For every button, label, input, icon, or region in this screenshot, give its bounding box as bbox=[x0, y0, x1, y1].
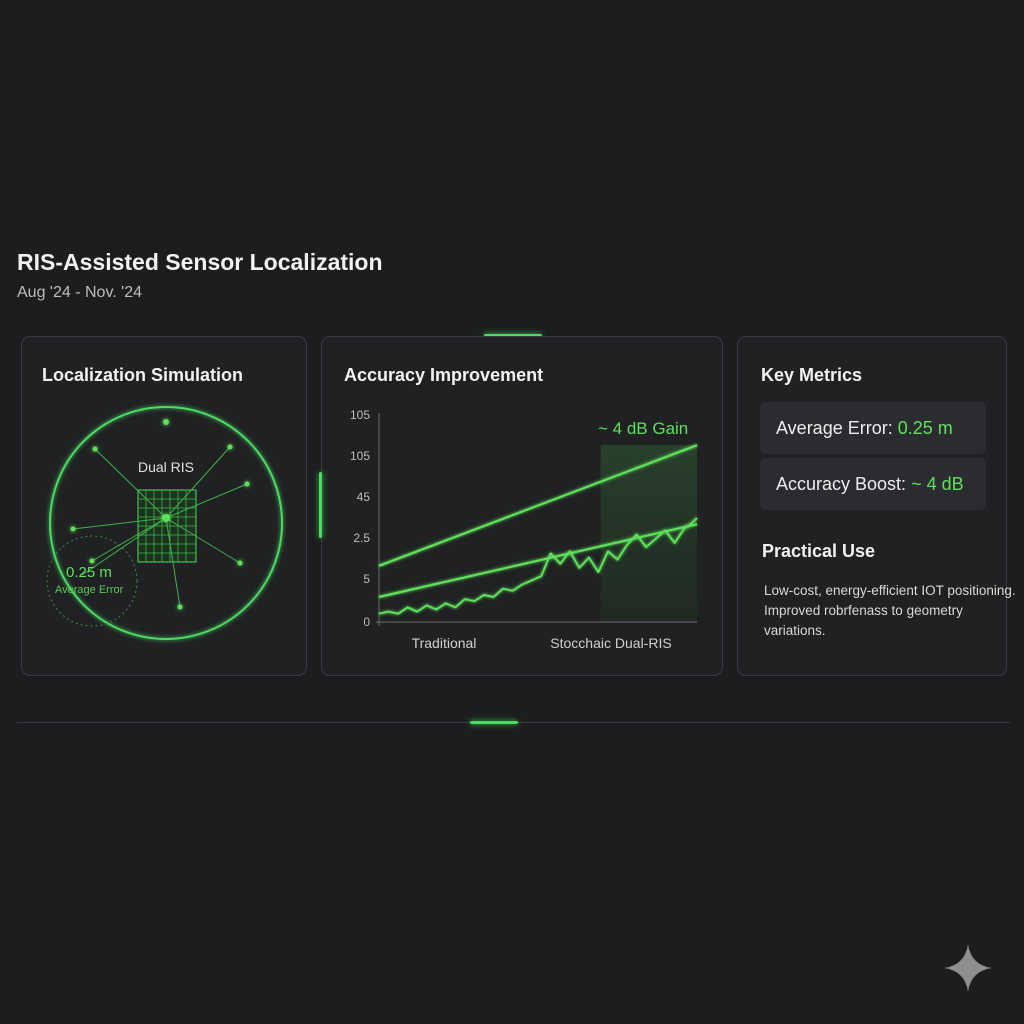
x-tick-label: Traditional bbox=[412, 635, 477, 651]
y-tick-label: 0 bbox=[363, 615, 370, 629]
gain-highlight-region bbox=[600, 445, 697, 622]
error-label: Average Error bbox=[55, 584, 124, 596]
sparkle-icon bbox=[944, 944, 992, 992]
gain-label: ~ 4 dB Gain bbox=[598, 419, 689, 438]
bottom-accent-bar bbox=[470, 721, 518, 724]
y-tick-label: 105 bbox=[350, 408, 370, 422]
metric-accuracy-boost: Accuracy Boost: ~ 4 dB bbox=[760, 458, 986, 510]
page-subtitle: Aug '24 - Nov. '24 bbox=[17, 284, 142, 301]
x-tick-label: Stocchaic Dual-RIS bbox=[550, 635, 671, 651]
y-tick-label: 45 bbox=[357, 490, 371, 504]
ris-label: Dual RIS bbox=[138, 459, 195, 475]
metrics-card: Key Metrics Average Error: 0.25 m Accura… bbox=[737, 336, 1016, 676]
metric-average-error: Average Error: 0.25 m bbox=[760, 402, 986, 454]
simulation-card: Localization Simulation Dual RIS 0.25 m … bbox=[21, 336, 307, 676]
metric-label: Average Error: bbox=[776, 418, 898, 438]
metric-value: 0.25 m bbox=[897, 418, 953, 438]
accuracy-chart: 0 5 2.5 45 105 105 Traditional Stocchaic Dual-R… bbox=[350, 408, 698, 651]
practical-line: Improved robrfenass to geometry bbox=[764, 603, 963, 618]
page-title: RIS-Assisted Sensor Localization bbox=[17, 249, 383, 275]
page: RIS-Assisted Sensor Localization Aug '24… bbox=[0, 0, 1024, 1024]
metrics-title: Key Metrics bbox=[761, 365, 863, 385]
error-value: 0.25 m bbox=[66, 564, 112, 581]
side-accent-bar bbox=[319, 472, 322, 538]
y-tick-label: 105 bbox=[350, 449, 370, 463]
y-tick-label: 5 bbox=[363, 572, 370, 586]
simulation-diagram bbox=[46, 406, 283, 640]
practical-title: Practical Use bbox=[762, 541, 876, 561]
metric-label: Accuracy Boost: bbox=[776, 474, 912, 494]
y-tick-label: 2.5 bbox=[353, 531, 370, 545]
practical-line: variations. bbox=[764, 623, 826, 638]
metric-value: ~ 4 dB bbox=[911, 474, 964, 494]
chart-card: Accuracy Improvement 0 5 2.5 45 105 105 Tradit… bbox=[321, 336, 723, 676]
practical-line: Low-cost, energy-efficient IOT positioni… bbox=[764, 583, 1016, 598]
